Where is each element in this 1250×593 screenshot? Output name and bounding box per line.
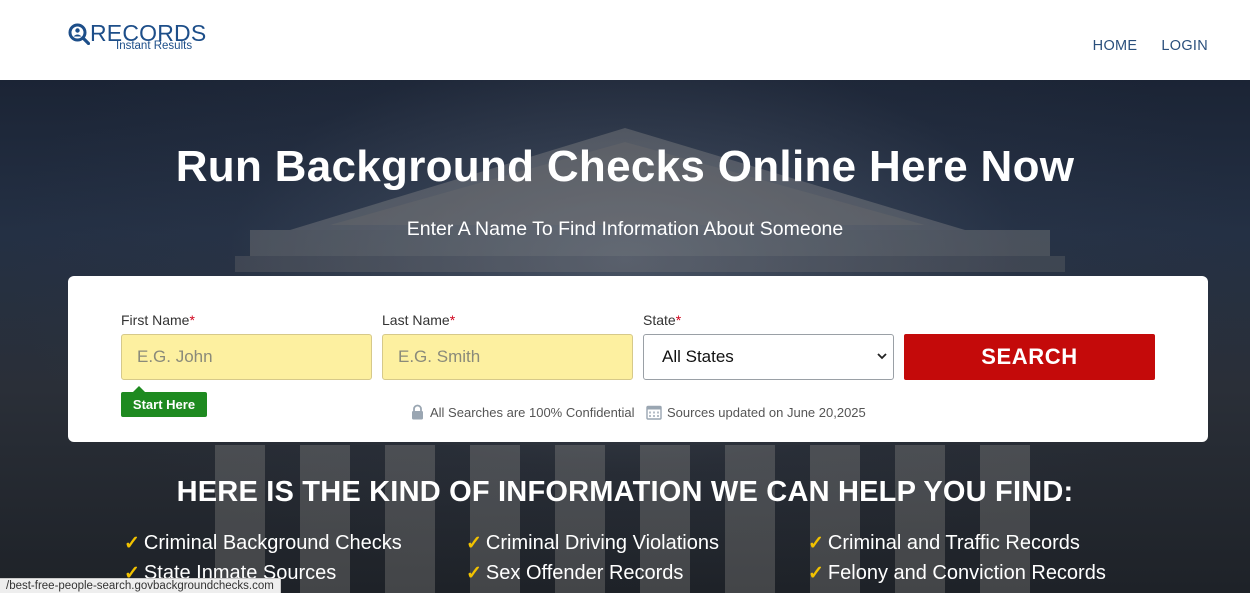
updated-note: Sources updated on June 20,2025 (646, 404, 866, 420)
confidential-note: All Searches are 100% Confidential (410, 404, 635, 420)
search-card: First Name* Last Name* State* E.G. John … (68, 276, 1208, 442)
check-icon: ✓ (808, 533, 824, 554)
logo-tagline: Instant Results (116, 40, 193, 52)
check-icon: ✓ (808, 563, 824, 584)
site-header: RECORDS Instant Results HOME LOGIN (0, 0, 1250, 80)
required-marker: * (675, 312, 682, 328)
hero-section: Run Background Checks Online Here Now En… (0, 80, 1250, 593)
first-name-input[interactable]: E.G. John (121, 334, 372, 380)
info-list-item: ✓ Criminal Driving Violations (466, 532, 719, 555)
required-marker: * (449, 312, 456, 328)
info-item-text: Sex Offender Records (485, 562, 684, 584)
last-name-label: Last Name* (382, 312, 455, 328)
magnifier-person-icon (68, 23, 90, 45)
info-list-item: ✓ Criminal and Traffic Records (808, 532, 1080, 555)
site-logo[interactable]: RECORDS Instant Results (68, 20, 208, 56)
confidential-note-text: All Searches are 100% Confidential (430, 404, 635, 420)
hero-subtitle: Enter A Name To Find Information About S… (406, 218, 844, 240)
info-item-text: Felony and Conviction Records (827, 562, 1106, 584)
info-item-text: Criminal Driving Violations (485, 532, 719, 554)
info-item-text: Criminal and Traffic Records (827, 532, 1080, 554)
info-section-title: HERE IS THE KIND OF INFORMATION WE CAN H… (176, 476, 1074, 508)
check-icon: ✓ (124, 533, 140, 554)
state-label: State* (643, 312, 681, 328)
state-select[interactable]: All States (643, 334, 894, 380)
required-marker: * (189, 312, 195, 328)
last-name-label-text: Last Name (382, 312, 450, 328)
calendar-icon (646, 405, 662, 420)
first-name-label-text: First Name (121, 312, 190, 328)
top-nav: HOME LOGIN (1093, 38, 1208, 54)
state-label-text: State (643, 312, 676, 328)
start-here-badge: Start Here (121, 386, 207, 417)
browser-status-bar: /best-free-people-search.govbackgroundch… (0, 578, 281, 593)
updated-note-text: Sources updated on June 20,2025 (667, 404, 866, 420)
hero-title: Run Background Checks Online Here Now (175, 142, 1075, 191)
lock-icon (412, 404, 423, 420)
last-name-input[interactable]: E.G. Smith (382, 334, 633, 380)
first-name-label: First Name* (121, 312, 195, 328)
info-list-item: ✓ Criminal Background Checks (124, 532, 402, 555)
search-button[interactable]: SEARCH (904, 334, 1155, 380)
state-select-value: All States (662, 347, 734, 366)
info-item-text: Criminal Background Checks (143, 532, 402, 554)
check-icon: ✓ (466, 563, 482, 584)
info-list-item: ✓ Felony and Conviction Records (808, 562, 1106, 585)
check-icon: ✓ (466, 533, 482, 554)
info-list-item: ✓ Sex Offender Records (466, 562, 683, 585)
nav-home-link[interactable]: HOME (1093, 38, 1138, 54)
chevron-down-icon (877, 353, 887, 360)
nav-login-link[interactable]: LOGIN (1161, 38, 1208, 54)
